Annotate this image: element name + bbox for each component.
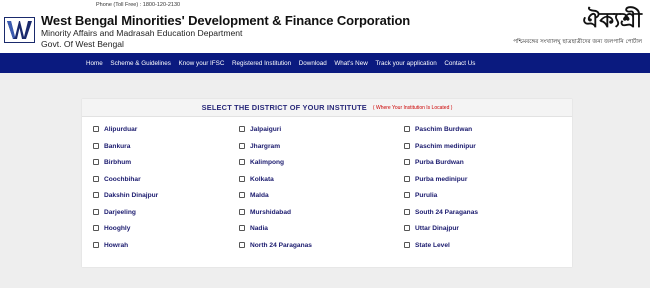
district-option[interactable]: Purba Burdwan bbox=[404, 156, 464, 168]
nav-home[interactable]: Home bbox=[86, 60, 103, 67]
district-option[interactable]: Uttar Dinajpur bbox=[404, 222, 459, 234]
district-label[interactable]: Paschim medinipur bbox=[415, 143, 476, 150]
panel-title: SELECT THE DISTRICT OF YOUR INSTITUTE bbox=[201, 103, 367, 112]
panel-note: ( Where Your Institution Is Located ) bbox=[372, 104, 453, 111]
district-option[interactable]: North 24 Paraganas bbox=[239, 239, 312, 251]
district-checkbox[interactable] bbox=[93, 159, 99, 165]
aikyashree-brand-logo: ঐক্যশ্রী bbox=[582, 8, 642, 32]
district-label[interactable]: South 24 Paraganas bbox=[415, 209, 478, 216]
district-option[interactable]: South 24 Paraganas bbox=[404, 206, 478, 218]
district-label[interactable]: Kolkata bbox=[250, 176, 274, 183]
nav-know-your-ifsc[interactable]: Know your IFSC bbox=[179, 60, 225, 67]
district-checkbox[interactable] bbox=[93, 209, 99, 215]
district-label[interactable]: Uttar Dinajpur bbox=[415, 225, 459, 232]
brand-tagline: পশ্চিমবঙ্গের সংখ্যালঘু ছাত্রছাত্রীদের জন… bbox=[513, 39, 642, 45]
nav-download[interactable]: Download bbox=[299, 60, 327, 67]
district-option[interactable]: Nadia bbox=[239, 222, 268, 234]
nav-contact-us[interactable]: Contact Us bbox=[444, 60, 475, 67]
district-checkbox[interactable] bbox=[239, 192, 245, 198]
district-option[interactable]: Malda bbox=[239, 189, 269, 201]
district-checkbox[interactable] bbox=[404, 176, 410, 182]
district-option[interactable]: Purba medinipur bbox=[404, 173, 467, 185]
district-option[interactable]: Alipurduar bbox=[93, 123, 137, 135]
district-checkbox[interactable] bbox=[93, 176, 99, 182]
district-selection-panel: SELECT THE DISTRICT OF YOUR INSTITUTE ( … bbox=[82, 99, 572, 267]
district-label[interactable]: Dakshin Dinajpur bbox=[104, 192, 158, 199]
main-navigation: Home Scheme & Guidelines Know your IFSC … bbox=[0, 53, 650, 73]
corporation-logo bbox=[4, 17, 35, 43]
district-label[interactable]: Murshidabad bbox=[250, 209, 291, 216]
site-header: Phone (Toll Free) : 1800-120-2130 West B… bbox=[0, 0, 650, 53]
district-checkbox[interactable] bbox=[239, 242, 245, 248]
district-label[interactable]: Hooghly bbox=[104, 225, 130, 232]
district-checkbox[interactable] bbox=[93, 192, 99, 198]
district-label[interactable]: State Level bbox=[415, 242, 450, 249]
org-title: West Bengal Minorities' Development & Fi… bbox=[41, 13, 411, 28]
district-option[interactable]: Kalimpong bbox=[239, 156, 284, 168]
district-label[interactable]: Jhargram bbox=[250, 143, 280, 150]
district-option[interactable]: State Level bbox=[404, 239, 450, 251]
district-checkbox[interactable] bbox=[93, 143, 99, 149]
district-label[interactable]: Paschim Burdwan bbox=[415, 126, 472, 133]
district-checkbox[interactable] bbox=[404, 192, 410, 198]
district-option[interactable]: Purulia bbox=[404, 189, 437, 201]
district-label[interactable]: Nadia bbox=[250, 225, 268, 232]
nav-scheme-guidelines[interactable]: Scheme & Guidelines bbox=[110, 60, 171, 67]
district-checkbox[interactable] bbox=[404, 126, 410, 132]
district-checkbox[interactable] bbox=[93, 126, 99, 132]
district-checkbox[interactable] bbox=[93, 242, 99, 248]
district-label[interactable]: Birbhum bbox=[104, 159, 131, 166]
district-checkbox[interactable] bbox=[404, 143, 410, 149]
district-label[interactable]: Alipurduar bbox=[104, 126, 137, 133]
government-name: Govt. Of West Bengal bbox=[41, 39, 124, 49]
district-option[interactable]: Paschim medinipur bbox=[404, 140, 476, 152]
district-checkbox[interactable] bbox=[239, 159, 245, 165]
district-label[interactable]: Coochbihar bbox=[104, 176, 141, 183]
district-option[interactable]: Bankura bbox=[93, 140, 130, 152]
district-label[interactable]: Darjeeling bbox=[104, 209, 136, 216]
district-option[interactable]: Birbhum bbox=[93, 156, 131, 168]
district-checkbox[interactable] bbox=[93, 225, 99, 231]
district-checkbox[interactable] bbox=[239, 176, 245, 182]
district-label[interactable]: Malda bbox=[250, 192, 269, 199]
district-checkbox[interactable] bbox=[239, 143, 245, 149]
district-option[interactable]: Darjeeling bbox=[93, 206, 136, 218]
district-checkbox[interactable] bbox=[404, 209, 410, 215]
district-option[interactable]: Hooghly bbox=[93, 222, 130, 234]
panel-header: SELECT THE DISTRICT OF YOUR INSTITUTE ( … bbox=[82, 99, 572, 117]
district-option[interactable]: Coochbihar bbox=[93, 173, 141, 185]
district-option[interactable]: Dakshin Dinajpur bbox=[93, 189, 158, 201]
district-checkbox[interactable] bbox=[239, 209, 245, 215]
district-label[interactable]: Jalpaiguri bbox=[250, 126, 281, 133]
district-label[interactable]: Bankura bbox=[104, 143, 130, 150]
district-option[interactable]: Murshidabad bbox=[239, 206, 291, 218]
district-option[interactable]: Howrah bbox=[93, 239, 128, 251]
district-checkbox[interactable] bbox=[404, 225, 410, 231]
district-label[interactable]: Kalimpong bbox=[250, 159, 284, 166]
nav-track-application[interactable]: Track your application bbox=[375, 60, 436, 67]
district-option[interactable]: Jhargram bbox=[239, 140, 280, 152]
district-label[interactable]: Howrah bbox=[104, 242, 128, 249]
district-label[interactable]: North 24 Paraganas bbox=[250, 242, 312, 249]
district-checkbox[interactable] bbox=[404, 159, 410, 165]
district-label[interactable]: Purba Burdwan bbox=[415, 159, 464, 166]
district-checkbox[interactable] bbox=[239, 126, 245, 132]
district-option[interactable]: Paschim Burdwan bbox=[404, 123, 472, 135]
district-option[interactable]: Kolkata bbox=[239, 173, 274, 185]
department-name: Minority Affairs and Madrasah Education … bbox=[41, 28, 243, 38]
district-checkbox[interactable] bbox=[239, 225, 245, 231]
nav-whats-new[interactable]: What's New bbox=[334, 60, 367, 67]
district-option[interactable]: Jalpaiguri bbox=[239, 123, 281, 135]
nav-registered-institution[interactable]: Registered Institution bbox=[232, 60, 291, 67]
district-label[interactable]: Purba medinipur bbox=[415, 176, 467, 183]
toll-free-phone: Phone (Toll Free) : 1800-120-2130 bbox=[96, 2, 181, 8]
district-checkbox[interactable] bbox=[404, 242, 410, 248]
district-label[interactable]: Purulia bbox=[415, 192, 437, 199]
